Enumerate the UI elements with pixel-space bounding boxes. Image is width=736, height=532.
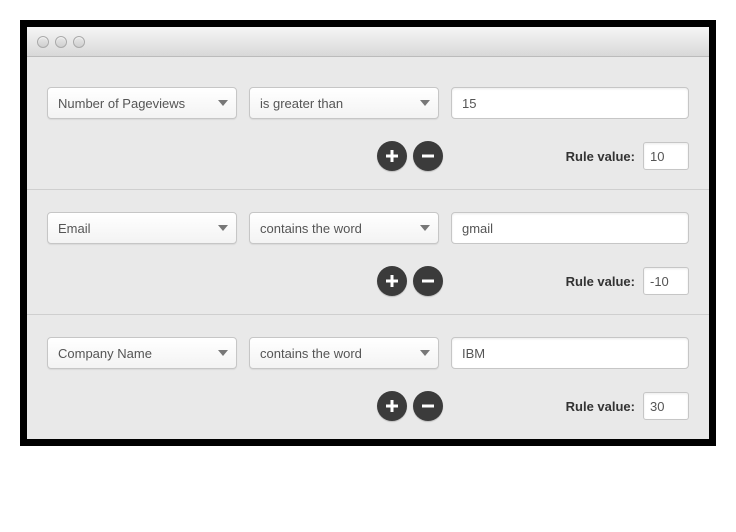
rule-block: Email contains the word — [27, 190, 709, 315]
remove-rule-button[interactable] — [413, 141, 443, 171]
rule-block: Company Name contains the word — [27, 315, 709, 439]
value-input[interactable] — [451, 337, 689, 369]
field-select[interactable]: Number of Pageviews — [47, 87, 237, 119]
rule-condition-row: Company Name contains the word — [47, 337, 689, 369]
window-frame: Number of Pageviews is greater than — [20, 20, 716, 446]
rule-value-group: Rule value: — [566, 392, 689, 420]
rule-value-group: Rule value: — [566, 267, 689, 295]
field-select-label: Number of Pageviews — [58, 96, 185, 111]
chevron-down-icon — [218, 350, 228, 356]
add-remove-buttons — [377, 391, 443, 421]
rule-block: Number of Pageviews is greater than — [27, 65, 709, 190]
rule-value-label: Rule value: — [566, 274, 635, 289]
zoom-window-button[interactable] — [73, 36, 85, 48]
plus-icon — [385, 274, 399, 288]
chevron-down-icon — [218, 100, 228, 106]
rule-value-group: Rule value: — [566, 142, 689, 170]
chevron-down-icon — [218, 225, 228, 231]
operator-select-label: contains the word — [260, 346, 362, 361]
rule-condition-row: Number of Pageviews is greater than — [47, 87, 689, 119]
field-select-label: Email — [58, 221, 91, 236]
add-rule-button[interactable] — [377, 266, 407, 296]
minus-icon — [421, 149, 435, 163]
rule-value-label: Rule value: — [566, 399, 635, 414]
rule-value-input[interactable] — [643, 142, 689, 170]
operator-select[interactable]: contains the word — [249, 212, 439, 244]
field-select-label: Company Name — [58, 346, 152, 361]
rule-actions-row: Rule value: — [47, 391, 689, 421]
rule-value-label: Rule value: — [566, 149, 635, 164]
operator-select[interactable]: contains the word — [249, 337, 439, 369]
remove-rule-button[interactable] — [413, 391, 443, 421]
add-remove-buttons — [377, 141, 443, 171]
chevron-down-icon — [420, 225, 430, 231]
rule-value-input[interactable] — [643, 267, 689, 295]
minimize-window-button[interactable] — [55, 36, 67, 48]
minus-icon — [421, 274, 435, 288]
add-remove-buttons — [377, 266, 443, 296]
operator-select-label: contains the word — [260, 221, 362, 236]
close-window-button[interactable] — [37, 36, 49, 48]
add-rule-button[interactable] — [377, 391, 407, 421]
rule-actions-row: Rule value: — [47, 141, 689, 171]
chevron-down-icon — [420, 350, 430, 356]
field-select[interactable]: Email — [47, 212, 237, 244]
minus-icon — [421, 399, 435, 413]
rule-value-input[interactable] — [643, 392, 689, 420]
chevron-down-icon — [420, 100, 430, 106]
value-input[interactable] — [451, 212, 689, 244]
plus-icon — [385, 399, 399, 413]
operator-select[interactable]: is greater than — [249, 87, 439, 119]
operator-select-label: is greater than — [260, 96, 343, 111]
titlebar — [27, 27, 709, 57]
field-select[interactable]: Company Name — [47, 337, 237, 369]
rule-actions-row: Rule value: — [47, 266, 689, 296]
remove-rule-button[interactable] — [413, 266, 443, 296]
plus-icon — [385, 149, 399, 163]
rules-content: Number of Pageviews is greater than — [27, 57, 709, 439]
value-input[interactable] — [451, 87, 689, 119]
rule-condition-row: Email contains the word — [47, 212, 689, 244]
add-rule-button[interactable] — [377, 141, 407, 171]
